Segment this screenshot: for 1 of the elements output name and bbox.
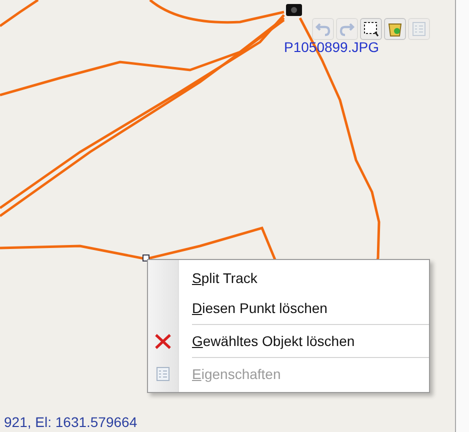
coordinates-text: 921, El: 1631.579664 (4, 414, 138, 430)
